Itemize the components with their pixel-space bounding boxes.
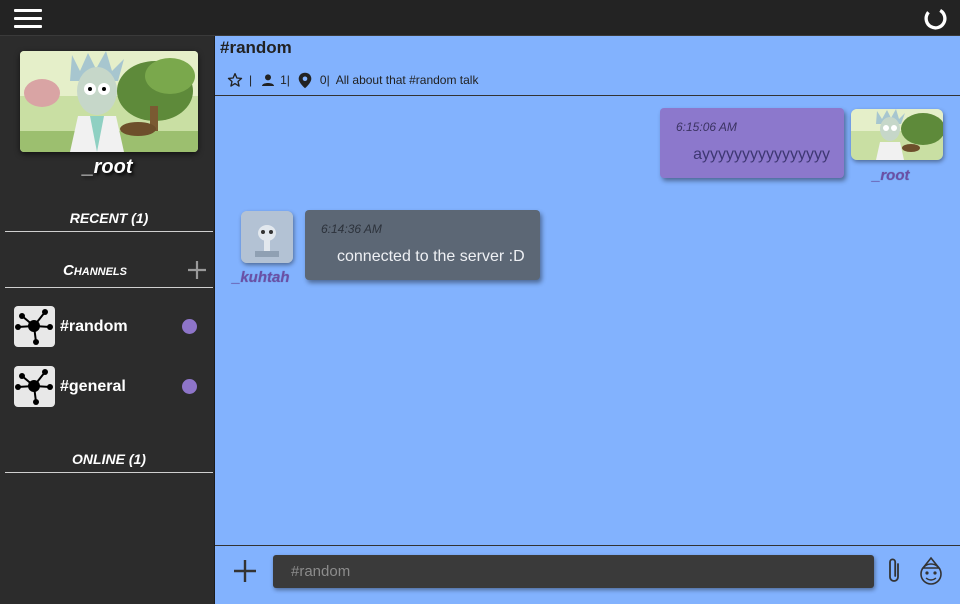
header-divider — [215, 95, 960, 96]
profile-username: _root — [82, 156, 133, 178]
composer-divider — [215, 545, 960, 546]
avatar[interactable] — [241, 211, 293, 263]
channel-topic: All about that #random talk — [335, 73, 479, 87]
location-pin-icon[interactable] — [298, 72, 312, 89]
profile-avatar[interactable] — [20, 51, 198, 152]
plus-icon[interactable] — [187, 260, 207, 284]
recent-section-header[interactable]: RECENT (1) — [5, 210, 213, 232]
message-username[interactable]: _kuhtah — [232, 269, 290, 286]
online-section-header[interactable]: ONLINE (1) — [5, 451, 213, 473]
top-bar — [0, 0, 960, 36]
sidebar-item-general[interactable]: #general — [14, 366, 204, 408]
channel-meta-bar: | 1| 0| All about that #random talk — [227, 71, 478, 89]
message-bubble-own: 6:15:06 AM ayyyyyyyyyyyyyyyy — [660, 108, 844, 178]
meta-separator: | — [249, 73, 253, 87]
unread-indicator — [182, 379, 197, 394]
channels-label: Channels — [62, 262, 127, 279]
user-count: 1| — [280, 73, 290, 87]
paperclip-icon[interactable] — [883, 556, 905, 586]
person-icon[interactable] — [260, 72, 276, 88]
channel-title: #random — [220, 38, 292, 57]
avatar[interactable] — [851, 109, 943, 160]
message-text: ayyyyyyyyyyyyyyyy — [693, 146, 830, 163]
plus-icon[interactable] — [231, 557, 259, 585]
recent-label: RECENT — [69, 210, 128, 226]
hamburger-icon[interactable] — [14, 9, 42, 29]
message-timestamp: 6:15:06 AM — [676, 120, 737, 134]
recent-count: (1) — [131, 210, 149, 226]
pin-count: 0| — [319, 73, 330, 87]
loading-spinner-icon[interactable] — [923, 6, 948, 31]
message-timestamp: 6:14:36 AM — [321, 222, 382, 236]
sidebar: _root RECENT (1) Channels #random #gener… — [0, 36, 215, 604]
sidebar-item-random[interactable]: #random — [14, 306, 204, 348]
chat-panel: #random | 1| 0| All about that #random t… — [215, 36, 960, 604]
channel-name: #random — [60, 318, 128, 335]
message-bubble: 6:14:36 AM connected to the server :D — [305, 210, 540, 280]
star-icon[interactable] — [227, 72, 243, 88]
channel-name: #general — [60, 378, 126, 395]
network-icon — [14, 366, 55, 407]
online-label: ONLINE — [72, 451, 125, 467]
message-text: connected to the server :D — [337, 248, 525, 265]
message-username[interactable]: _root — [872, 167, 910, 184]
unread-indicator — [182, 319, 197, 334]
online-count: (1) — [128, 451, 146, 467]
channels-section-header: Channels — [5, 260, 213, 288]
network-icon — [14, 306, 55, 347]
message-input[interactable] — [273, 555, 874, 588]
mascot-emoji-icon[interactable] — [917, 556, 945, 586]
